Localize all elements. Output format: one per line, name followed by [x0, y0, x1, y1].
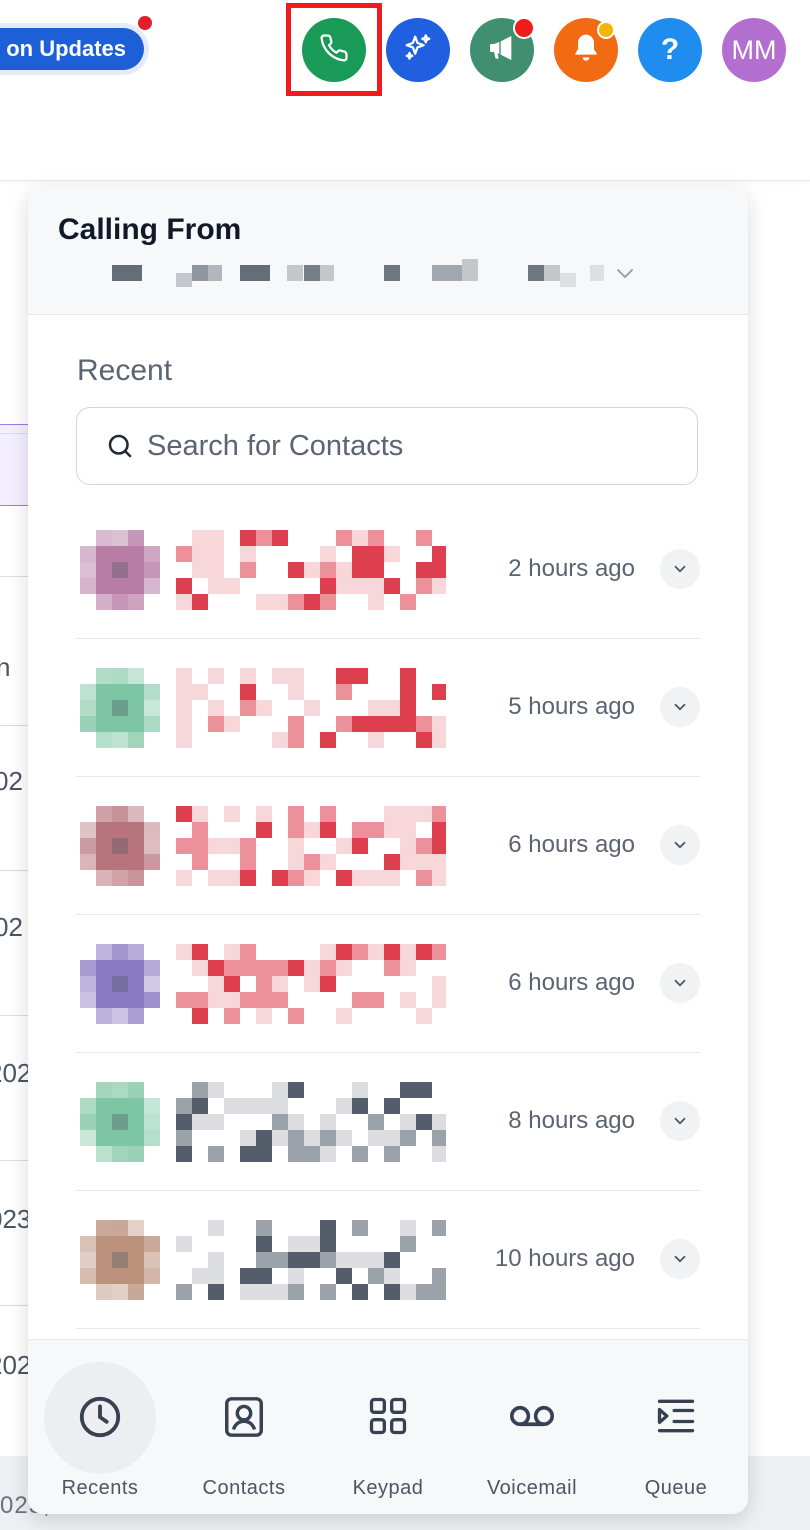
recent-call-row[interactable]: 6 hours ago	[76, 776, 700, 915]
chevron-down-icon	[671, 560, 689, 578]
chevron-down-icon	[671, 836, 689, 854]
call-time: 6 hours ago	[508, 969, 635, 996]
contact-name-redacted	[176, 530, 448, 610]
recent-call-row[interactable]: 2 hours ago	[76, 500, 700, 639]
contact-card-icon	[221, 1394, 267, 1440]
nav-label: Contacts	[202, 1477, 286, 1499]
question-icon: ?	[660, 33, 680, 66]
expand-row-button[interactable]	[660, 687, 700, 727]
contact-search[interactable]	[76, 407, 698, 485]
expand-row-button[interactable]	[660, 549, 700, 589]
nav-recents[interactable]: Recents	[28, 1340, 172, 1514]
contact-name-redacted	[176, 806, 448, 886]
notifications-badge	[597, 21, 615, 39]
nav-label: Keypad	[352, 1477, 424, 1499]
call-time: 6 hours ago	[508, 831, 635, 858]
megaphone-icon	[486, 32, 518, 69]
dialer-panel: Calling From Recent Search for Contacts …	[28, 187, 748, 1514]
chevron-down-icon	[671, 974, 689, 992]
call-time: 10 hours ago	[494, 1245, 635, 1272]
expand-row-button[interactable]	[660, 1239, 700, 1279]
avatar-initials: MM	[731, 34, 777, 65]
call-time: 5 hours ago	[508, 693, 635, 720]
search-icon	[105, 431, 135, 461]
bell-icon	[570, 32, 602, 69]
announcements-badge	[513, 17, 535, 39]
calling-from-number-redacted[interactable]	[112, 259, 612, 287]
recent-call-row[interactable]: 10 hours ago	[76, 1190, 700, 1329]
contact-avatar-redacted	[80, 1082, 160, 1162]
top-bar: on Updates ? MM	[0, 0, 810, 181]
bg-row-text: 202	[0, 1058, 32, 1088]
recent-call-row[interactable]: 6 hours ago	[76, 914, 700, 1053]
updates-label: on Updates	[6, 36, 126, 61]
contact-name-redacted	[176, 1082, 448, 1162]
search-input[interactable]	[145, 428, 649, 464]
nav-label: Queue	[644, 1477, 708, 1499]
call-time: 2 hours ago	[508, 555, 635, 582]
bottom-navigation: Recents Contacts Keypad Voicemail Queue	[28, 1339, 748, 1514]
nav-label: Recents	[61, 1477, 139, 1499]
clock-icon	[77, 1394, 123, 1440]
recent-call-row[interactable]: 5 hours ago	[76, 638, 700, 777]
ai-assistant-button[interactable]	[386, 18, 450, 82]
keypad-icon	[366, 1394, 410, 1438]
sparkles-icon	[401, 31, 435, 70]
updates-notification-dot	[138, 16, 152, 30]
bg-row-text: n	[0, 652, 11, 682]
contact-name-redacted	[176, 944, 448, 1024]
nav-voicemail[interactable]: Voicemail	[460, 1340, 604, 1514]
highlight-box	[286, 3, 382, 96]
nav-label: Voicemail	[486, 1477, 578, 1499]
nav-contacts[interactable]: Contacts	[172, 1340, 316, 1514]
expand-row-button[interactable]	[660, 1101, 700, 1141]
contact-avatar-redacted	[80, 806, 160, 886]
call-time: 8 hours ago	[508, 1107, 635, 1134]
expand-row-button[interactable]	[660, 963, 700, 1003]
chevron-down-icon	[671, 1112, 689, 1130]
chevron-down-icon	[671, 698, 689, 716]
contact-name-redacted	[176, 1220, 448, 1300]
nav-keypad[interactable]: Keypad	[316, 1340, 460, 1514]
bg-row-text: 202	[0, 1350, 32, 1380]
contact-avatar-redacted	[80, 944, 160, 1024]
calling-from-header: Calling From	[28, 187, 748, 315]
voicemail-icon	[508, 1394, 556, 1438]
recent-call-row[interactable]: 8 hours ago	[76, 1052, 700, 1191]
recent-section-title: Recent	[77, 354, 173, 387]
contact-name-redacted	[176, 668, 448, 748]
nav-queue[interactable]: Queue	[604, 1340, 748, 1514]
contact-avatar-redacted	[80, 668, 160, 748]
help-button[interactable]: ?	[638, 18, 702, 82]
product-updates-button[interactable]: on Updates	[0, 28, 144, 70]
chevron-down-icon	[671, 1250, 689, 1268]
expand-row-button[interactable]	[660, 825, 700, 865]
bg-row-text: 02	[0, 766, 23, 796]
bg-row-text: 02	[0, 912, 23, 942]
contact-avatar-redacted	[80, 530, 160, 610]
queue-icon	[653, 1394, 699, 1438]
profile-avatar-button[interactable]: MM	[722, 18, 786, 82]
calling-from-title: Calling From	[58, 213, 242, 246]
bg-row-text: 023	[0, 1204, 32, 1234]
contact-avatar-redacted	[80, 1220, 160, 1300]
chevron-down-icon[interactable]	[613, 261, 637, 290]
